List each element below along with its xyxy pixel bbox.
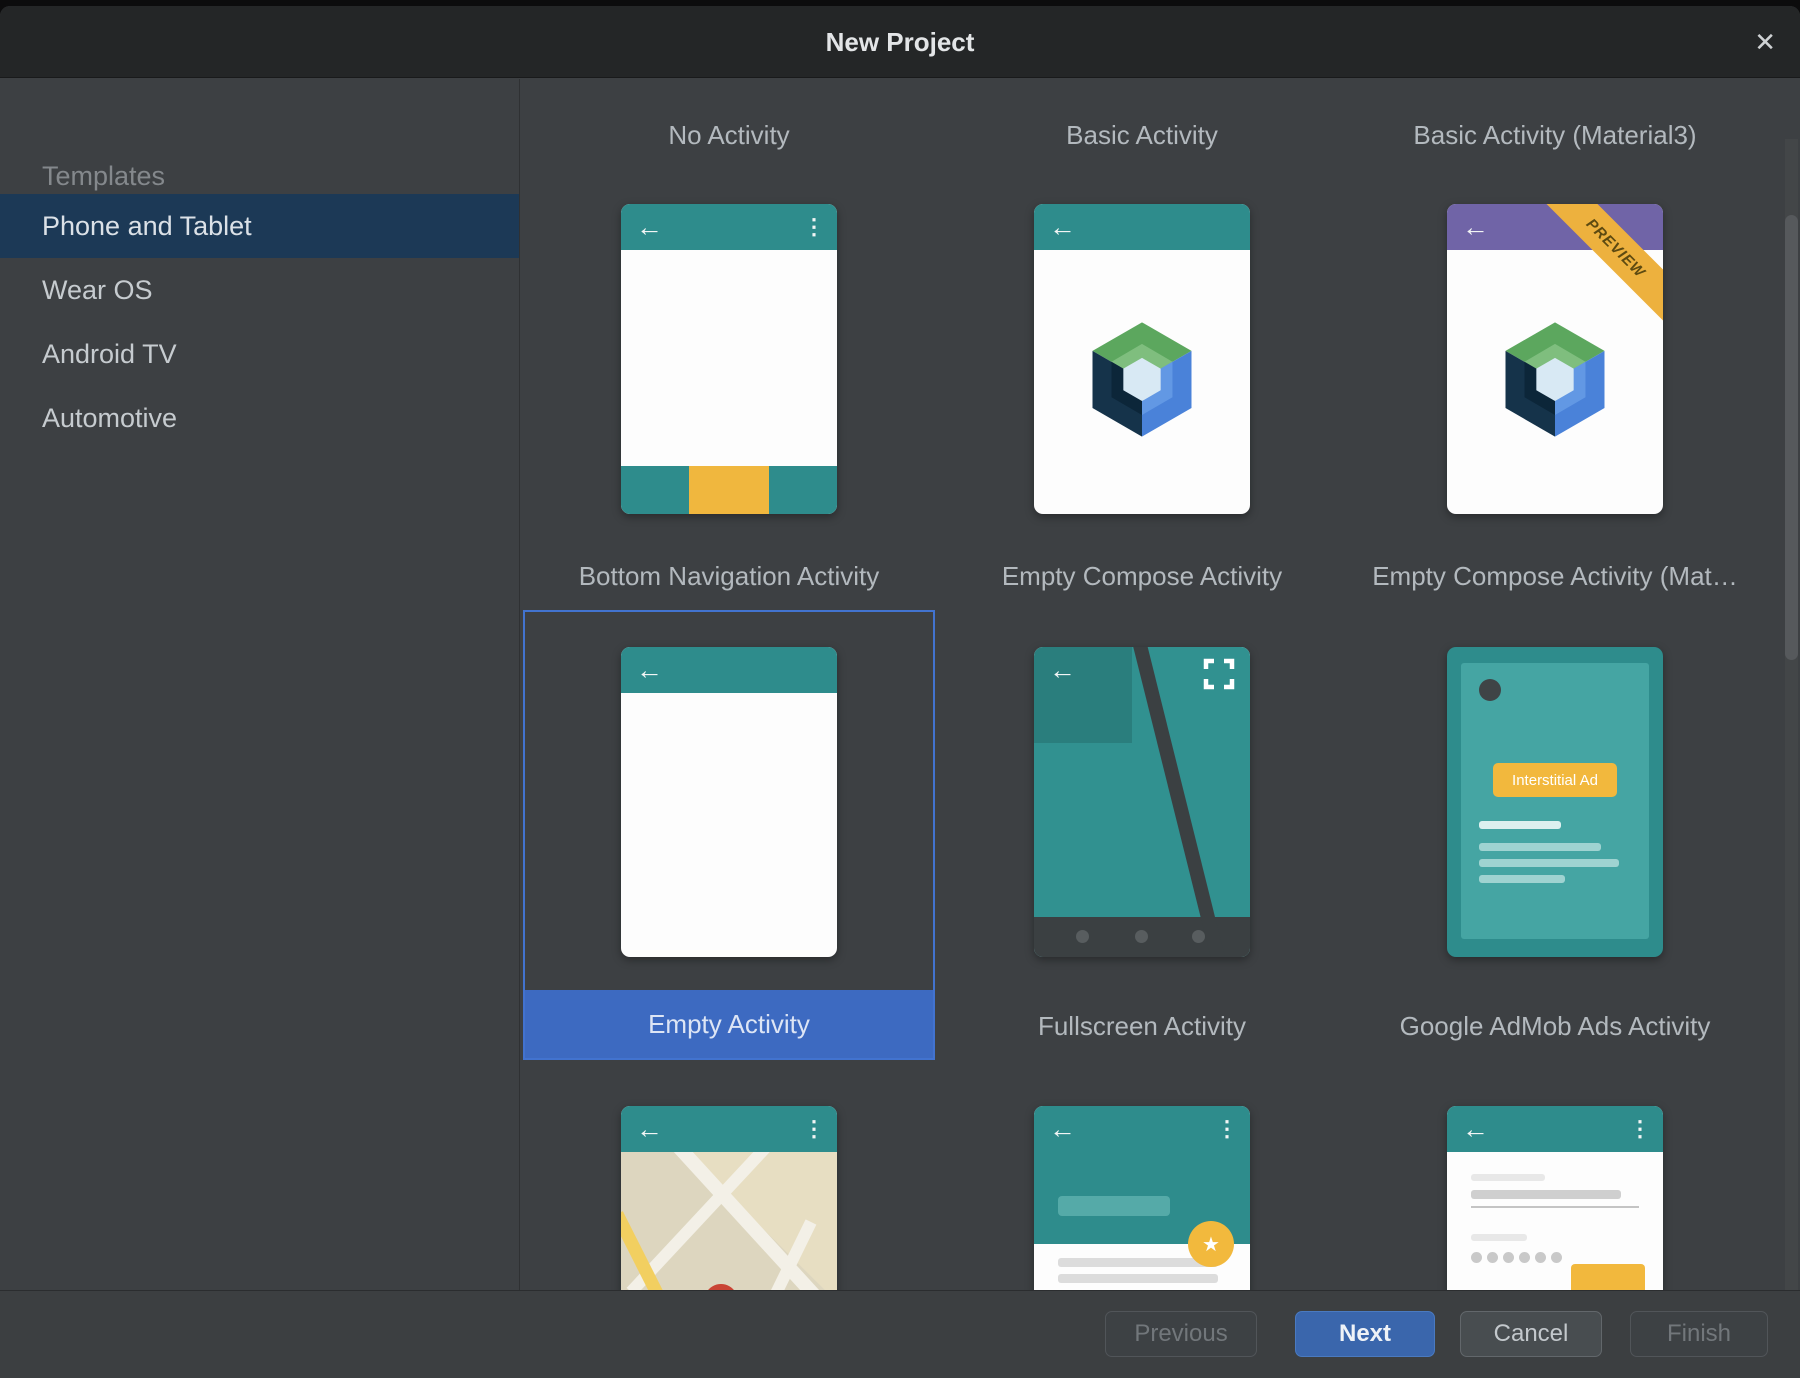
map-image: [621, 1152, 837, 1290]
fullscreen-corners-icon: [1202, 657, 1236, 696]
template-card-empty-activity[interactable]: ← Empty Activity: [523, 610, 935, 1060]
back-arrow-icon: ←: [636, 204, 663, 250]
template-label-basic-activity-material3[interactable]: Basic Activity (Material3): [1349, 109, 1761, 161]
bottom-nav-bar: [621, 466, 837, 514]
kebab-menu-icon: ⋮: [1629, 1106, 1651, 1152]
sidebar-item-phone-and-tablet[interactable]: Phone and Tablet: [0, 194, 519, 258]
dialog-titlebar: New Project ✕: [0, 6, 1800, 78]
template-card-star-fab-activity[interactable]: ← ⋮ ★: [936, 1069, 1348, 1290]
previous-button[interactable]: Previous: [1105, 1311, 1257, 1357]
template-label-basic-activity[interactable]: Basic Activity: [936, 109, 1348, 161]
dialog-title: New Project: [0, 6, 1800, 78]
sidebar-item-automotive[interactable]: Automotive: [0, 386, 519, 450]
template-label: Google AdMob Ads Activity: [1349, 992, 1761, 1060]
kebab-menu-icon: ⋮: [803, 204, 825, 250]
sidebar-item-wear-os[interactable]: Wear OS: [0, 258, 519, 322]
template-label-selected: Empty Activity: [525, 990, 933, 1058]
fullscreen-thumbnail: ←: [1034, 647, 1250, 957]
template-card-login-activity[interactable]: ←⋮: [1349, 1069, 1761, 1290]
template-gallery: No Activity Basic Activity Basic Activit…: [521, 79, 1800, 1290]
template-label-no-activity[interactable]: No Activity: [523, 109, 935, 161]
jetpack-compose-logo-icon: [1034, 250, 1250, 514]
back-arrow-icon: ←: [1049, 1106, 1076, 1152]
template-card-fullscreen-activity[interactable]: ← Fullscreen Activity: [936, 610, 1348, 1060]
dialog-footer: Previous Next Cancel Finish: [0, 1290, 1800, 1378]
admob-thumbnail: Interstitial Ad: [1447, 647, 1663, 957]
close-icon[interactable]: ✕: [1754, 6, 1776, 78]
compose-thumbnail: ←: [1034, 204, 1250, 514]
kebab-menu-icon: ⋮: [803, 1106, 825, 1152]
bottom-navigation-thumbnail: ←⋮: [621, 204, 837, 514]
finish-button[interactable]: Finish: [1630, 1311, 1768, 1357]
template-card-bottom-navigation-activity[interactable]: ←⋮ Bottom Navigation Activity: [523, 167, 935, 610]
cancel-button[interactable]: Cancel: [1460, 1311, 1602, 1357]
star-fab-icon: ★: [1188, 1221, 1234, 1267]
empty-activity-thumbnail: ←: [621, 647, 837, 957]
interstitial-ad-button: Interstitial Ad: [1493, 763, 1617, 797]
templates-sidebar: Templates Phone and Tablet Wear OS Andro…: [0, 79, 520, 1290]
back-arrow-icon: ←: [1462, 1106, 1489, 1152]
next-button[interactable]: Next: [1295, 1311, 1435, 1357]
template-label: Fullscreen Activity: [936, 992, 1348, 1060]
template-card-google-maps-activity[interactable]: ←⋮: [523, 1069, 935, 1290]
login-button-placeholder: [1571, 1264, 1645, 1290]
back-arrow-icon: ←: [1049, 204, 1076, 250]
new-project-dialog: New Project ✕ Templates Phone and Tablet…: [0, 6, 1800, 1378]
jetpack-compose-logo-icon: [1447, 250, 1663, 514]
template-label: Empty Compose Activity: [936, 542, 1348, 610]
sidebar-item-android-tv[interactable]: Android TV: [0, 322, 519, 386]
back-arrow-icon: ←: [1462, 204, 1489, 250]
title-placeholder-line: [1058, 1196, 1170, 1216]
template-label: Empty Compose Activity (Mat…: [1349, 542, 1761, 610]
star-fab-thumbnail: ← ⋮ ★: [1034, 1106, 1250, 1290]
gallery-scrollbar-thumb[interactable]: [1785, 215, 1798, 660]
template-card-empty-compose-activity[interactable]: ← Empty Compose Activity: [936, 167, 1348, 610]
template-label: Bottom Navigation Activity: [523, 542, 935, 610]
avatar-dot-icon: [1479, 679, 1501, 701]
template-card-google-admob-ads-activity[interactable]: Interstitial Ad Google AdMob Ads Activit…: [1349, 610, 1761, 1060]
back-arrow-icon: ←: [636, 647, 663, 693]
compose-material3-thumbnail: ← PREVIEW: [1447, 204, 1663, 514]
template-card-empty-compose-activity-material3[interactable]: ← PREVIEW Empty Compose Activity (Mat…: [1349, 167, 1761, 610]
maps-thumbnail: ←⋮: [621, 1106, 837, 1290]
login-thumbnail: ←⋮: [1447, 1106, 1663, 1290]
kebab-menu-icon: ⋮: [1216, 1106, 1238, 1152]
sidebar-header: Templates: [42, 161, 165, 192]
back-arrow-icon: ←: [1049, 647, 1076, 693]
back-arrow-icon: ←: [636, 1106, 663, 1152]
